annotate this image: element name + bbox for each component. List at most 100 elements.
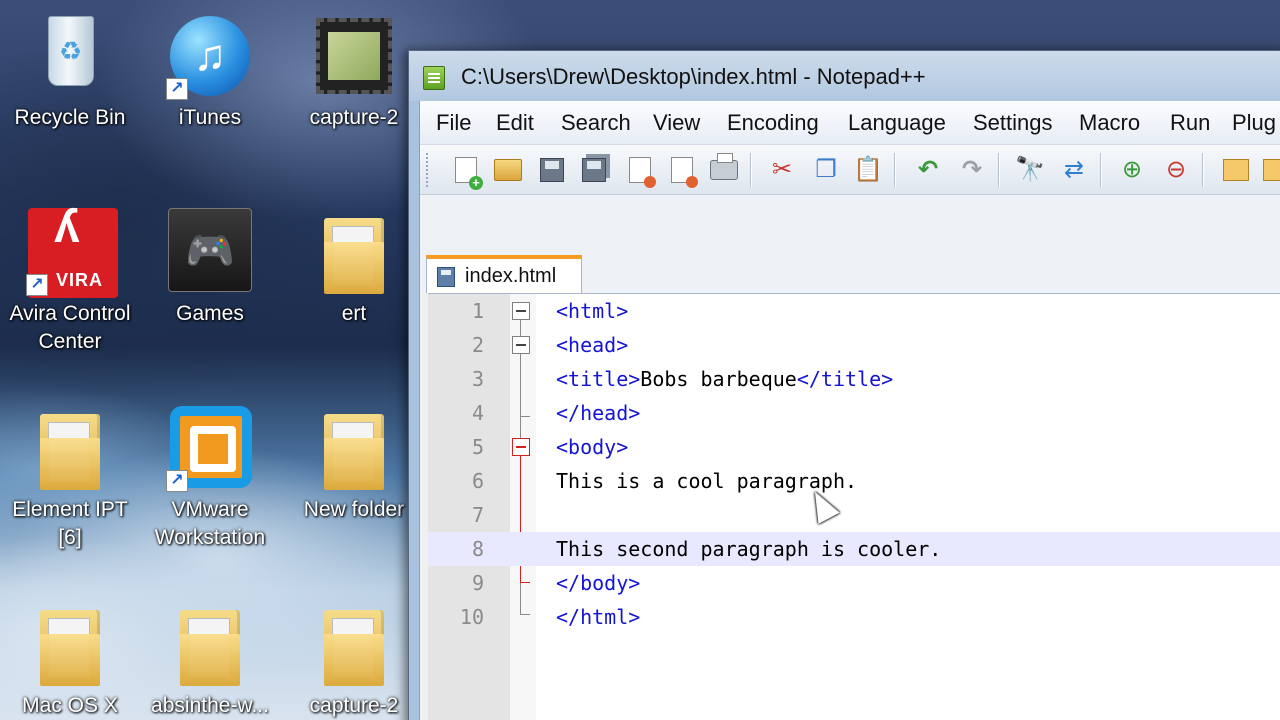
desktop-icon-absinthe[interactable]: absinthe-w... [140, 600, 280, 720]
toolbar-separator [998, 153, 1000, 187]
desktop-icon-capture-2[interactable]: capture-2 [284, 12, 424, 132]
desktop-icon-label: iTunes [178, 106, 242, 129]
menu-plugins[interactable]: Plug [1232, 110, 1276, 136]
undo-button[interactable]: ↶ [912, 153, 944, 187]
sync-view-button[interactable] [1220, 153, 1252, 187]
code-text: <html> [556, 294, 628, 328]
print-icon [710, 153, 738, 180]
find-button[interactable]: 🔭 [1014, 153, 1046, 187]
window-title: C:\Users\Drew\Desktop\index.html - Notep… [461, 64, 926, 89]
paste-button[interactable]: 📋 [852, 153, 884, 187]
code-line[interactable]: 6 This is a cool paragraph. [428, 464, 1280, 498]
desktop-icon-recycle-bin[interactable]: Recycle Bin [0, 12, 140, 132]
code-line[interactable]: 2 <head> [428, 328, 1280, 362]
code-line[interactable]: 8 This second paragraph is cooler. [428, 532, 1280, 566]
desktop-icon-element-ipt[interactable]: Element IPT [6] [0, 404, 140, 552]
text-token: This second paragraph is cooler. [556, 537, 942, 561]
paste-icon: 📋 [853, 156, 883, 183]
wrap-button[interactable] [1260, 153, 1280, 187]
desktop-icon-itunes[interactable]: ♫ ↗ iTunes [140, 12, 280, 132]
toolbar: ✂ ❐ 📋 ↶ ↷ 🔭 ⇄ ⊕ ⊖ [420, 145, 1280, 195]
copy-button[interactable]: ❐ [810, 153, 842, 187]
notepadpp-app-icon[interactable] [423, 66, 445, 90]
code-line[interactable]: 1 <html> [428, 294, 1280, 328]
tab-label: index.html [465, 265, 557, 287]
code-line[interactable]: 4 </head> [428, 396, 1280, 430]
desktop-icon-label: ert [341, 302, 367, 325]
close-all-button[interactable] [666, 153, 698, 188]
code-text: <head> [556, 328, 628, 362]
menu-language[interactable]: Language [848, 110, 946, 136]
close-button[interactable] [624, 153, 656, 188]
desktop-icon-label: capture-2 [309, 106, 399, 129]
code-text: </html> [556, 600, 640, 634]
menu-view[interactable]: View [653, 110, 700, 136]
zoom-in-icon: ⊕ [1121, 156, 1143, 183]
menu-settings[interactable]: Settings [973, 110, 1053, 136]
folder-icon [310, 208, 398, 296]
line-number: 9 [471, 571, 484, 595]
gamepad-icon: 🎮 [166, 208, 254, 296]
menu-encoding[interactable]: Encoding [727, 110, 819, 136]
desktop-icon-games[interactable]: 🎮 Games [140, 208, 280, 328]
desktop-icon-label: New folder [303, 498, 405, 521]
cut-button[interactable]: ✂ [766, 153, 798, 187]
menu-file[interactable]: File [436, 110, 471, 136]
code-line[interactable]: 7 [428, 498, 1280, 532]
code-line[interactable]: 9 </body> [428, 566, 1280, 600]
tab-index-html[interactable]: index.html [426, 255, 582, 293]
html-tag-token: </title> [796, 367, 894, 391]
desktop-icon-label: VMware [171, 498, 249, 521]
code-line[interactable]: 5 <body> [428, 430, 1280, 464]
desktop-icon-avira[interactable]: ʎ VIRA ↗ Avira Control Center [0, 203, 140, 356]
line-number: 3 [471, 367, 484, 391]
desktop-icon-new-folder[interactable]: New folder [284, 404, 424, 524]
folder-icon [26, 600, 114, 688]
menu-edit[interactable]: Edit [496, 110, 534, 136]
text-token: Bobs barbeque [640, 367, 797, 391]
desktop-icon-label: Element IPT [12, 498, 128, 521]
replace-button[interactable]: ⇄ [1058, 153, 1090, 187]
menu-run[interactable]: Run [1170, 110, 1210, 136]
new-file-button[interactable] [450, 153, 483, 190]
save-all-button[interactable] [578, 153, 610, 187]
html-tag-token: </head> [556, 401, 641, 425]
desktop-icon-capture-2-folder[interactable]: capture-2 [284, 600, 424, 720]
zoom-in-button[interactable]: ⊕ [1116, 153, 1148, 187]
html-tag-token: </body> [556, 571, 641, 595]
desktop-icon-vmware[interactable]: ↗ VMware Workstation [140, 404, 280, 552]
toolbar-separator [1202, 153, 1204, 187]
title-bar[interactable]: C:\Users\Drew\Desktop\index.html - Notep… [409, 51, 1280, 101]
code-line[interactable]: 3 <title>Bobs barbeque</title> [428, 362, 1280, 396]
close-all-icon [671, 157, 698, 188]
toolbar-separator [750, 153, 752, 187]
redo-button[interactable]: ↷ [956, 153, 988, 187]
notepadpp-window[interactable]: C:\Users\Drew\Desktop\index.html - Notep… [408, 50, 1280, 720]
wrap-icon [1263, 159, 1280, 181]
print-button[interactable] [708, 153, 740, 187]
zoom-out-icon: ⊖ [1165, 156, 1187, 183]
vmware-icon: ↗ [166, 404, 254, 492]
toolbar-grip[interactable] [426, 153, 430, 187]
desktop-icon-label: Center [38, 330, 102, 353]
code-text: This second paragraph is cooler. [556, 532, 941, 566]
shortcut-arrow-icon: ↗ [166, 470, 188, 492]
menu-macro[interactable]: Macro [1079, 110, 1140, 136]
code-text: <title>Bobs barbeque</title> [556, 362, 893, 396]
desktop-icon-label: Games [176, 302, 244, 325]
line-number: 7 [471, 503, 484, 527]
code-line[interactable]: 10 </html> [428, 600, 1280, 634]
menu-search[interactable]: Search [561, 110, 631, 136]
find-icon: 🔭 [1015, 156, 1045, 183]
open-file-button[interactable] [492, 153, 524, 187]
line-number: 8 [471, 537, 484, 561]
new-file-icon [455, 157, 483, 190]
code-editor[interactable]: 1 <html> 2 <head> 3 <title>Bobs barbeque</tit… [428, 293, 1280, 720]
desktop-icon-label: Workstation [154, 526, 266, 549]
desktop-icon-label: Mac OS X [22, 694, 118, 717]
desktop-icon-ert[interactable]: ert [284, 208, 424, 328]
redo-icon: ↷ [961, 156, 983, 183]
zoom-out-button[interactable]: ⊖ [1160, 153, 1192, 187]
desktop-icon-mac-os-x[interactable]: Mac OS X [0, 600, 140, 720]
save-button[interactable] [536, 153, 568, 187]
